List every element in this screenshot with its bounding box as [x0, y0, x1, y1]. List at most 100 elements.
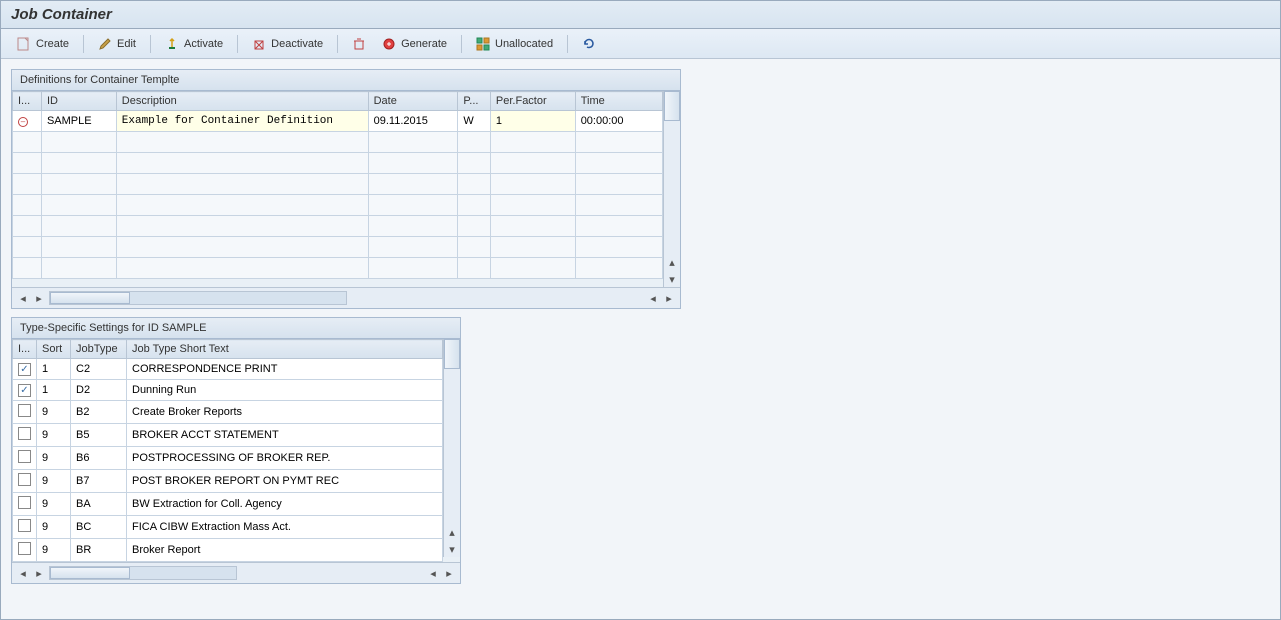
cell-factor[interactable]: 1 — [490, 111, 575, 132]
cell-sort[interactable]: 9 — [37, 516, 71, 539]
col-shorttext[interactable]: Job Type Short Text — [127, 340, 443, 359]
checkbox-icon[interactable] — [18, 404, 31, 417]
cell-sort[interactable]: 9 — [37, 401, 71, 424]
cell-shorttext[interactable]: Create Broker Reports — [127, 401, 443, 424]
scroll-down-button[interactable]: ▾ — [444, 541, 460, 557]
cell-checkbox[interactable] — [13, 447, 37, 470]
scroll-right-button[interactable]: ▸ — [31, 290, 47, 306]
cell-checkbox[interactable]: ✓ — [13, 359, 37, 380]
edit-button[interactable]: Edit — [90, 34, 144, 54]
refresh-button[interactable] — [574, 34, 604, 54]
checkbox-icon[interactable] — [18, 473, 31, 486]
table-row[interactable]: ✓ 1C2CORRESPONDENCE PRINT — [13, 359, 443, 380]
cell-sort[interactable]: 9 — [37, 493, 71, 516]
table-row[interactable]: ✓1D2Dunning Run — [13, 380, 443, 401]
table-row[interactable]: 9B6POSTPROCESSING OF BROKER REP. — [13, 447, 443, 470]
checkbox-icon[interactable] — [18, 450, 31, 463]
cell-shorttext[interactable]: Dunning Run — [127, 380, 443, 401]
col-indicator[interactable]: I... — [13, 92, 42, 111]
cell-shorttext[interactable]: POSTPROCESSING OF BROKER REP. — [127, 447, 443, 470]
col-description[interactable]: Description — [116, 92, 368, 111]
type-settings-table[interactable]: I... Sort JobType Job Type Short Text ✓1… — [12, 339, 443, 562]
cell-sort[interactable]: 9 — [37, 470, 71, 493]
vertical-scrollbar[interactable]: ▴ ▾ — [443, 339, 460, 557]
scroll-right-button-2[interactable]: ▸ — [661, 290, 677, 306]
table-row[interactable] — [13, 216, 663, 237]
horizontal-scrollbar[interactable]: ◂ ▸ ◂ ▸ — [12, 287, 680, 308]
cell-jobtype[interactable]: D2 — [71, 380, 127, 401]
col-id[interactable]: ID — [41, 92, 116, 111]
table-row[interactable]: 9BCFICA CIBW Extraction Mass Act. — [13, 516, 443, 539]
delete-button[interactable] — [344, 34, 374, 54]
scroll-track[interactable] — [49, 566, 237, 580]
table-row[interactable] — [13, 237, 663, 258]
cell-sort[interactable]: 1 — [37, 359, 71, 380]
cell-p[interactable]: W — [458, 111, 491, 132]
create-button[interactable]: Create — [9, 34, 77, 54]
cell-jobtype[interactable]: C2 — [71, 359, 127, 380]
definitions-table[interactable]: I... ID Description Date P... Per.Factor… — [12, 91, 663, 279]
scroll-left-button-2[interactable]: ◂ — [425, 565, 441, 581]
horizontal-scrollbar[interactable]: ◂ ▸ ◂ ▸ — [12, 562, 460, 583]
cell-checkbox[interactable] — [13, 539, 37, 562]
activate-button[interactable]: Activate — [157, 34, 231, 54]
table-row[interactable] — [13, 258, 663, 279]
cell-sort[interactable]: 9 — [37, 539, 71, 562]
cell-sort[interactable]: 1 — [37, 380, 71, 401]
table-row[interactable] — [13, 132, 663, 153]
table-row[interactable]: 9B5BROKER ACCT STATEMENT — [13, 424, 443, 447]
col-time[interactable]: Time — [575, 92, 662, 111]
table-row[interactable]: –SAMPLEExample for Container Definition0… — [13, 111, 663, 132]
scroll-left-button[interactable]: ◂ — [15, 290, 31, 306]
col-date[interactable]: Date — [368, 92, 458, 111]
cell-shorttext[interactable]: BROKER ACCT STATEMENT — [127, 424, 443, 447]
scroll-thumb[interactable] — [664, 91, 680, 121]
scroll-thumb[interactable] — [50, 292, 130, 304]
cell-shorttext[interactable]: FICA CIBW Extraction Mass Act. — [127, 516, 443, 539]
checkbox-icon[interactable]: ✓ — [18, 363, 31, 376]
cell-jobtype[interactable]: BA — [71, 493, 127, 516]
cell-shorttext[interactable]: Broker Report — [127, 539, 443, 562]
table-row[interactable]: 9B2Create Broker Reports — [13, 401, 443, 424]
cell-checkbox[interactable] — [13, 424, 37, 447]
cell-checkbox[interactable] — [13, 493, 37, 516]
cell-jobtype[interactable]: BR — [71, 539, 127, 562]
cell-jobtype[interactable]: B5 — [71, 424, 127, 447]
deactivate-button[interactable]: Deactivate — [244, 34, 331, 54]
cell-shorttext[interactable]: CORRESPONDENCE PRINT — [127, 359, 443, 380]
cell-checkbox[interactable] — [13, 401, 37, 424]
cell-jobtype[interactable]: B7 — [71, 470, 127, 493]
cell-checkbox[interactable] — [13, 470, 37, 493]
cell-sort[interactable]: 9 — [37, 447, 71, 470]
scroll-up-button[interactable]: ▴ — [444, 524, 460, 540]
table-row[interactable]: 9B7POST BROKER REPORT ON PYMT REC — [13, 470, 443, 493]
checkbox-icon[interactable] — [18, 519, 31, 532]
checkbox-icon[interactable] — [18, 496, 31, 509]
col-perfactor[interactable]: Per.Factor — [490, 92, 575, 111]
scroll-left-button-2[interactable]: ◂ — [645, 290, 661, 306]
table-row[interactable]: 9BABW Extraction for Coll. Agency — [13, 493, 443, 516]
scroll-thumb[interactable] — [444, 339, 460, 369]
table-row[interactable] — [13, 174, 663, 195]
generate-button[interactable]: Generate — [374, 34, 455, 54]
col-sort[interactable]: Sort — [37, 340, 71, 359]
unallocated-button[interactable]: Unallocated — [468, 34, 561, 54]
cell-date[interactable]: 09.11.2015 — [368, 111, 458, 132]
cell-shorttext[interactable]: BW Extraction for Coll. Agency — [127, 493, 443, 516]
scroll-right-button-2[interactable]: ▸ — [441, 565, 457, 581]
scroll-track[interactable] — [49, 291, 347, 305]
scroll-up-button[interactable]: ▴ — [664, 254, 680, 270]
col-indicator[interactable]: I... — [13, 340, 37, 359]
checkbox-icon[interactable] — [18, 427, 31, 440]
scroll-left-button[interactable]: ◂ — [15, 565, 31, 581]
scroll-thumb[interactable] — [50, 567, 130, 579]
vertical-scrollbar[interactable]: ▴ ▾ — [663, 91, 680, 287]
cell-id[interactable]: SAMPLE — [41, 111, 116, 132]
cell-time[interactable]: 00:00:00 — [575, 111, 662, 132]
table-row[interactable]: 9BRBroker Report — [13, 539, 443, 562]
checkbox-icon[interactable] — [18, 542, 31, 555]
col-jobtype[interactable]: JobType — [71, 340, 127, 359]
cell-checkbox[interactable] — [13, 516, 37, 539]
cell-checkbox[interactable]: ✓ — [13, 380, 37, 401]
table-row[interactable] — [13, 153, 663, 174]
